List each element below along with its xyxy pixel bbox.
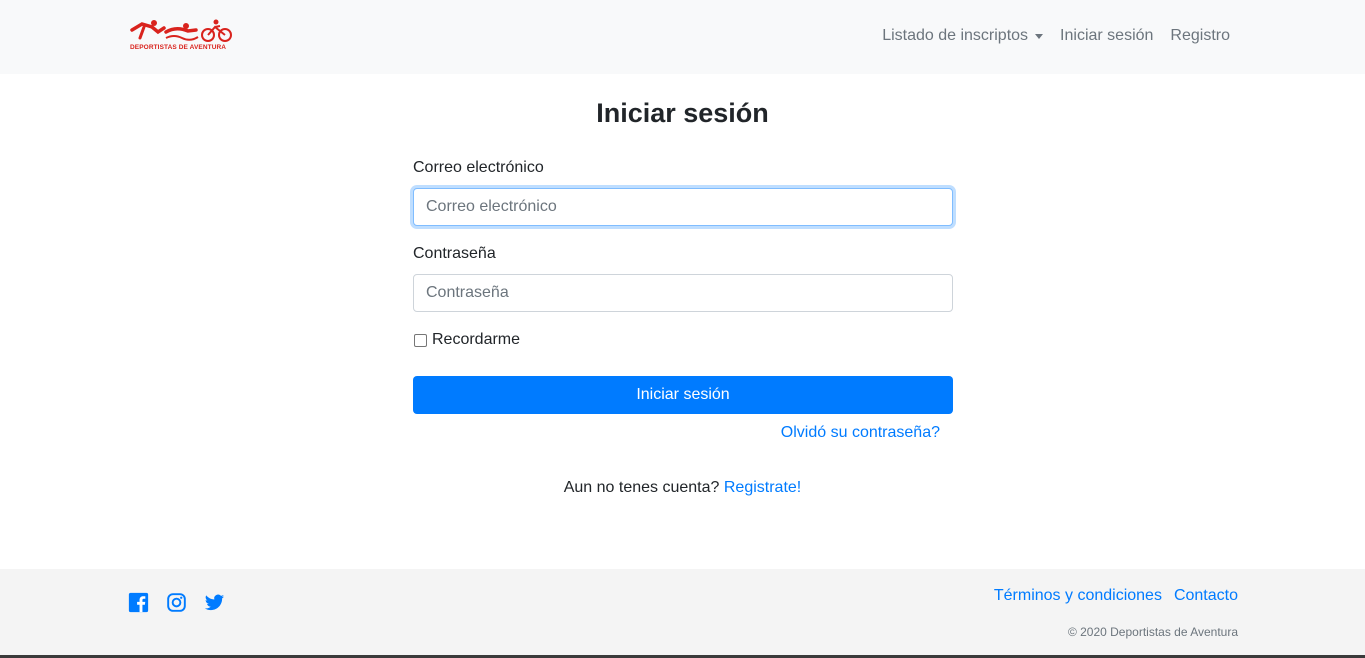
register-link[interactable]: Registrate! (724, 479, 801, 496)
password-label: Contraseña (413, 245, 496, 262)
forgot-password-link[interactable]: Olvidó su contraseña? (781, 424, 940, 442)
brand-logo-text: DEPORTISTAS DE AVENTURA (130, 44, 227, 51)
remember-checkbox[interactable] (414, 333, 427, 347)
facebook-icon[interactable] (128, 592, 149, 613)
register-prompt-line: Aun no tenes cuenta? Registrate! (0, 479, 1365, 497)
copyright: © 2020 Deportistas de Aventura (1067, 625, 1238, 639)
password-field[interactable] (413, 274, 953, 312)
navbar: DEPORTISTAS DE AVENTURA Listado de inscr… (0, 0, 1365, 74)
email-field[interactable] (413, 188, 953, 226)
contact-link[interactable]: Contacto (1174, 587, 1238, 605)
logo-athletes-icon (130, 19, 232, 42)
twitter-icon[interactable] (204, 592, 225, 613)
instagram-icon[interactable] (166, 592, 187, 613)
caret-down-icon (1035, 33, 1044, 39)
nav-item-label: Listado de inscriptos (882, 27, 1029, 44)
remember-me[interactable]: Recordarme (413, 331, 520, 349)
register-prompt-text: Aun no tenes cuenta? (563, 479, 720, 496)
email-label: Correo electrónico (413, 159, 544, 176)
remember-label: Recordarme (432, 331, 521, 348)
page-title: Iniciar sesión (596, 98, 769, 128)
nav-item-registro[interactable]: Registro (1170, 27, 1230, 45)
login-button[interactable]: Iniciar sesión (413, 376, 953, 414)
nav-item-iniciar-sesion[interactable]: Iniciar sesión (1060, 27, 1153, 45)
footer-links: Términos y condiciones Contacto (994, 587, 1238, 605)
nav-item-listado-inscriptos[interactable]: Listado de inscriptos (882, 27, 1044, 45)
footer: Términos y condiciones Contacto © 2020 D… (0, 569, 1365, 658)
nav-menu: Listado de inscriptos Iniciar sesión Reg… (882, 27, 1230, 45)
social-links (128, 592, 225, 613)
brand-logo[interactable]: DEPORTISTAS DE AVENTURA (130, 18, 234, 54)
terms-link[interactable]: Términos y condiciones (994, 587, 1162, 605)
